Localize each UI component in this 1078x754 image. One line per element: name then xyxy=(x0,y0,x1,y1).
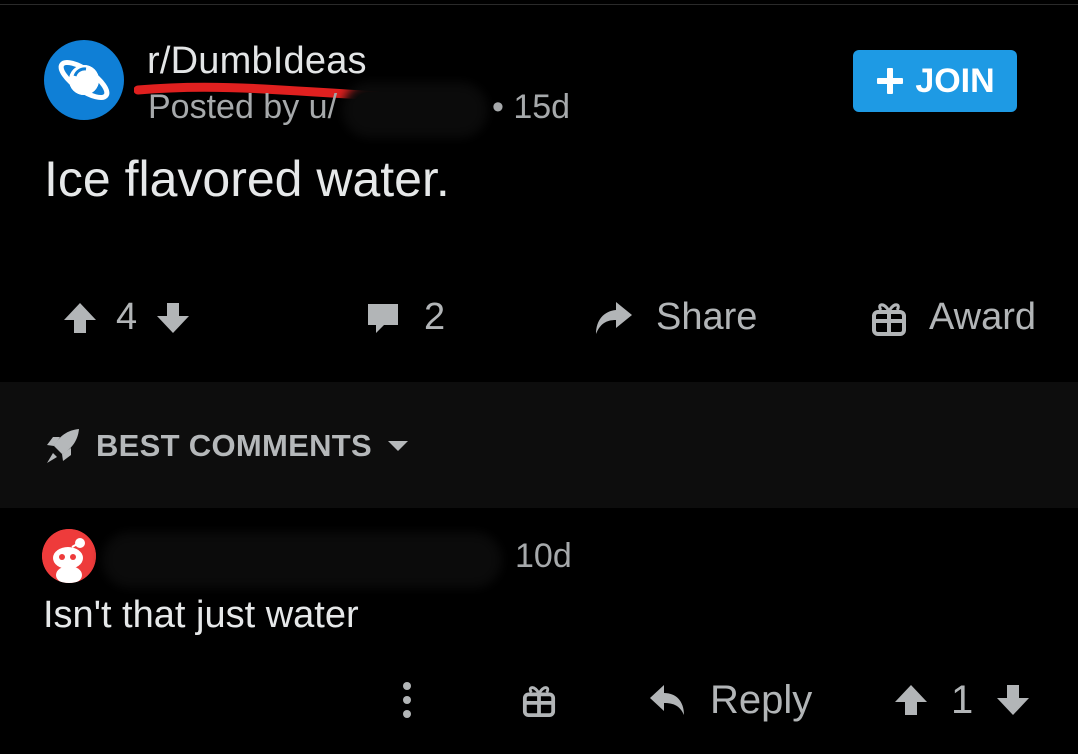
post-vote-count: 4 xyxy=(116,296,138,338)
comment-age: 10d xyxy=(515,537,572,575)
join-label: JOIN xyxy=(915,61,995,100)
post-vote-bar: 4 xyxy=(62,296,191,339)
downvote-icon[interactable] xyxy=(995,682,1031,718)
posted-by-label[interactable]: Posted by u/ xyxy=(148,88,337,127)
snoo-avatar-icon xyxy=(42,529,96,583)
gift-icon xyxy=(522,686,556,717)
sort-dropdown[interactable]: BEST COMMENTS xyxy=(44,426,410,466)
comment-body: Isn't that just water xyxy=(43,594,359,636)
sort-label: BEST COMMENTS xyxy=(96,428,373,463)
award-label: Award xyxy=(929,296,1037,338)
reply-label: Reply xyxy=(710,677,813,722)
award-button[interactable]: Award xyxy=(871,296,1036,339)
comment-count: 2 xyxy=(424,296,446,338)
comment-more-button[interactable] xyxy=(400,672,414,728)
reply-arrow-icon xyxy=(650,685,684,715)
post-age: • 15d xyxy=(492,88,571,126)
rocket-icon xyxy=(47,429,79,463)
comment-vote-count: 1 xyxy=(951,677,974,722)
subreddit-icon[interactable] xyxy=(44,40,124,120)
share-arrow-icon xyxy=(596,301,632,334)
comments-button[interactable]: 2 xyxy=(364,296,445,339)
downvote-icon[interactable] xyxy=(155,300,191,336)
comment-bubble-icon xyxy=(368,303,398,333)
top-divider xyxy=(0,4,1078,5)
comment-sort-bar: BEST COMMENTS xyxy=(0,382,1078,508)
plus-icon xyxy=(877,68,904,94)
redacted-commenter-name xyxy=(112,542,492,578)
comment-vote-bar: 1 xyxy=(893,672,1031,728)
planet-icon xyxy=(58,59,110,101)
caret-down-icon xyxy=(388,441,409,451)
share-button[interactable]: Share xyxy=(592,296,757,339)
vertical-dots-icon xyxy=(403,682,411,718)
gift-icon xyxy=(872,302,906,336)
post-title[interactable]: Ice flavored water. xyxy=(44,150,450,208)
comment-award-button[interactable] xyxy=(522,672,556,728)
reply-button[interactable]: Reply xyxy=(648,672,812,728)
upvote-icon[interactable] xyxy=(62,300,98,336)
subreddit-name[interactable]: r/DumbIdeas xyxy=(147,40,367,83)
commenter-avatar[interactable] xyxy=(42,529,96,583)
redacted-username xyxy=(352,92,478,128)
upvote-icon[interactable] xyxy=(893,682,929,718)
share-label: Share xyxy=(656,296,758,338)
join-button[interactable]: JOIN xyxy=(853,50,1017,112)
